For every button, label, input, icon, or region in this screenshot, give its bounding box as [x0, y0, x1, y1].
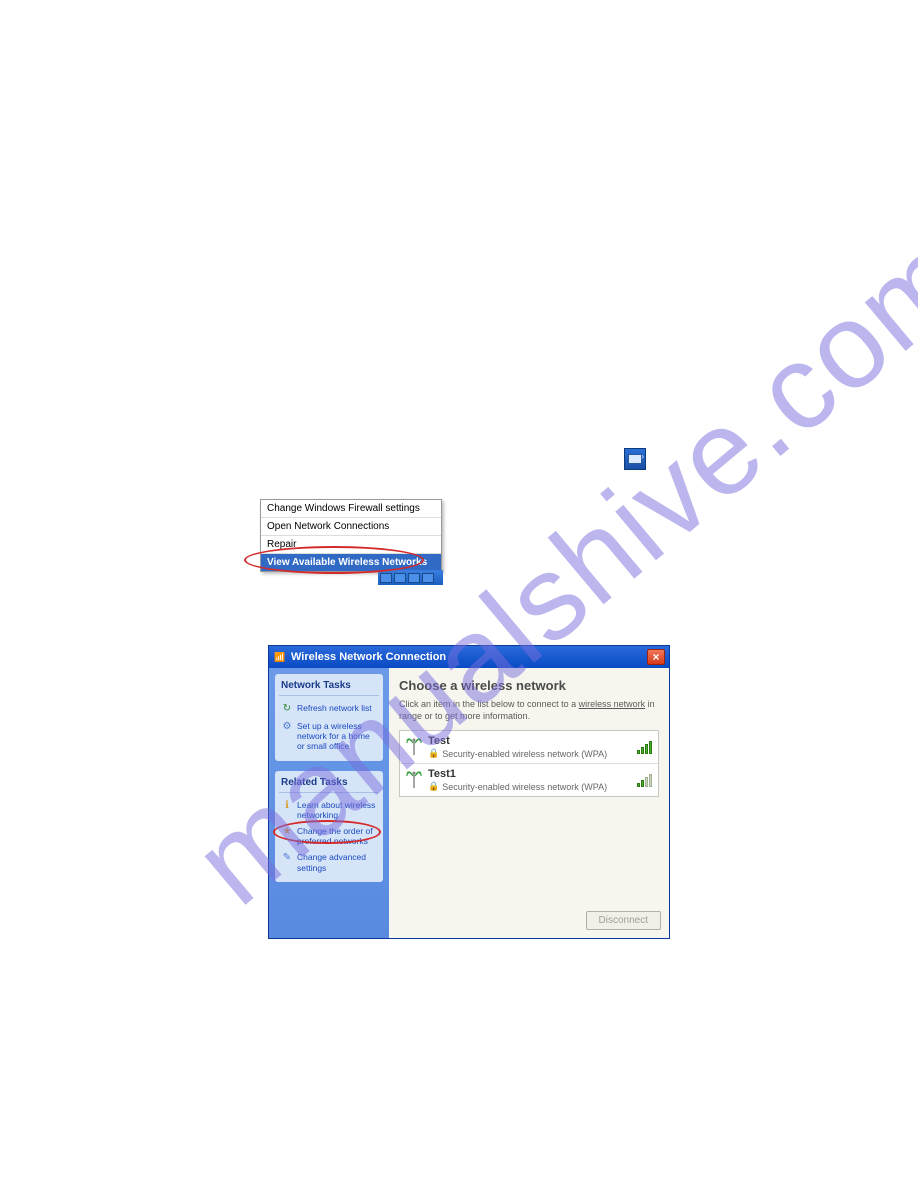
antenna-icon	[406, 770, 422, 790]
task-change-order-preferred[interactable]: ★ Change the order of preferred networks	[279, 823, 379, 849]
refresh-icon: ↻	[281, 703, 293, 715]
signal-strength-icon	[637, 773, 652, 787]
task-learn-wireless[interactable]: ℹ Learn about wireless networking	[279, 797, 379, 823]
disconnect-button[interactable]: Disconnect	[586, 911, 661, 930]
network-item[interactable]: Test 🔒 Security-enabled wireless network…	[400, 731, 658, 764]
star-icon: ★	[281, 826, 293, 838]
setup-icon: ⚙	[281, 721, 293, 733]
related-tasks-title: Related Tasks	[279, 775, 379, 793]
lock-icon: 🔒	[428, 781, 439, 792]
main-heading: Choose a wireless network	[399, 678, 659, 693]
lock-icon: 🔒	[428, 748, 439, 759]
menu-item-repair[interactable]: Repair	[261, 536, 441, 554]
task-label: Refresh network list	[297, 703, 372, 713]
close-button[interactable]: ×	[647, 649, 665, 665]
task-label: Learn about wireless networking	[297, 800, 377, 820]
network-item[interactable]: Test1 🔒 Security-enabled wireless networ…	[400, 764, 658, 796]
dialog-footer: Disconnect	[586, 910, 661, 930]
antenna-icon	[406, 737, 422, 757]
menu-item-firewall[interactable]: Change Windows Firewall settings	[261, 500, 441, 518]
menu-item-view-networks[interactable]: View Available Wireless Networks	[261, 554, 441, 571]
network-name: Test1	[428, 768, 631, 780]
menu-item-open-connections[interactable]: Open Network Connections	[261, 518, 441, 536]
tray-mini-icon[interactable]	[422, 573, 434, 583]
gear-icon: ✎	[281, 852, 293, 864]
task-label: Change the order of preferred networks	[297, 826, 377, 846]
monitor-icon: ›	[628, 454, 642, 464]
tray-context-menu: Change Windows Firewall settings Open Ne…	[260, 499, 442, 572]
tray-mini-icon[interactable]	[380, 573, 392, 583]
wireless-network-list: Test 🔒 Security-enabled wireless network…	[399, 730, 659, 797]
network-security: Security-enabled wireless network (WPA)	[442, 749, 607, 759]
taskbar-tray-strip	[378, 570, 443, 585]
network-tasks-panel: Network Tasks ↻ Refresh network list ⚙ S…	[275, 674, 383, 761]
task-refresh-network-list[interactable]: ↻ Refresh network list	[279, 700, 379, 718]
main-description: Click an item in the list below to conne…	[399, 699, 659, 722]
related-tasks-panel: Related Tasks ℹ Learn about wireless net…	[275, 771, 383, 882]
system-tray-wireless-icon[interactable]: ›	[624, 448, 646, 470]
dialog-title: Wireless Network Connection	[291, 651, 647, 663]
dialog-sidebar: Network Tasks ↻ Refresh network list ⚙ S…	[269, 668, 389, 938]
tray-mini-icon[interactable]	[394, 573, 406, 583]
info-icon: ℹ	[281, 800, 293, 812]
wireless-connection-dialog: 📶 Wireless Network Connection × Network …	[268, 645, 670, 939]
tray-mini-icon[interactable]	[408, 573, 420, 583]
task-change-advanced[interactable]: ✎ Change advanced settings	[279, 849, 379, 875]
network-tasks-title: Network Tasks	[279, 678, 379, 696]
signal-strength-icon	[637, 740, 652, 754]
desc-link: wireless network	[579, 699, 646, 709]
dialog-titlebar[interactable]: 📶 Wireless Network Connection ×	[269, 646, 669, 668]
network-name: Test	[428, 735, 631, 747]
task-setup-wireless-network[interactable]: ⚙ Set up a wireless network for a home o…	[279, 718, 379, 755]
task-label: Set up a wireless network for a home or …	[297, 721, 377, 752]
dialog-main-area: Choose a wireless network Click an item …	[389, 668, 669, 938]
network-security: Security-enabled wireless network (WPA)	[442, 782, 607, 792]
task-label: Change advanced settings	[297, 852, 377, 872]
desc-pre: Click an item in the list below to conne…	[399, 699, 579, 709]
wireless-title-icon: 📶	[273, 650, 287, 664]
